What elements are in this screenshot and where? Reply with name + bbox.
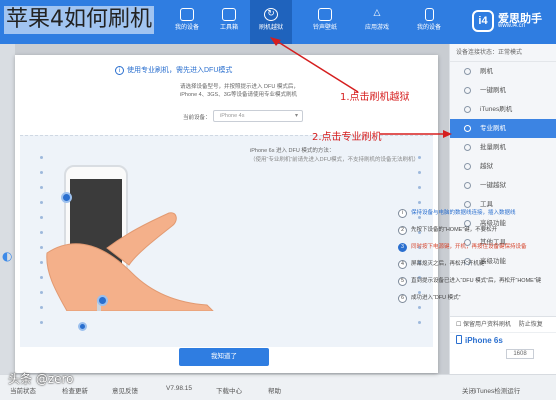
home-button-indicator-icon	[97, 295, 108, 306]
sidebar-status: 设备连接状态：正常模式	[450, 44, 556, 62]
status-feedback[interactable]: 意见反馈	[112, 385, 138, 395]
nav-item-apps[interactable]: △ 应用游戏	[356, 0, 398, 44]
cable-indicator-icon	[78, 322, 87, 331]
device-select[interactable]: iPhone 4s ▾	[213, 110, 303, 122]
jailbreak-icon	[464, 163, 471, 170]
guide-subheading: （使用“专业刷机”前请先进入DFU模式，不支持刷机的设备无法刷机）	[250, 157, 419, 163]
sidebar-item-one-click-jailbreak[interactable]: 一键越狱	[450, 176, 556, 195]
device-code: 1608	[506, 349, 534, 359]
sidebar-item-jailbreak[interactable]: 越狱	[450, 157, 556, 176]
sidebar-item-one-click-flash[interactable]: 一键刷机	[450, 81, 556, 100]
pro-flash-icon	[464, 125, 471, 132]
status-bar: 当前状态 检查更新 意见反馈 V7.98.15 下载中心 帮助 关闭iTunes…	[0, 374, 556, 400]
one-click-icon	[464, 87, 471, 94]
flash-icon	[464, 68, 471, 75]
status-version: V7.98.15	[166, 385, 193, 392]
app-logo: i4 爱思助手 www.i4.cn	[472, 10, 556, 34]
one-click-jailbreak-icon	[464, 182, 471, 189]
device-icon	[180, 8, 194, 21]
modal-description: 请选择设备型号，并按照提示进入 DFU 模式后， iPhone 4、3GS、3G…	[180, 84, 299, 98]
toolbox-icon	[222, 8, 236, 21]
nav-item-my-device[interactable]: 我的设备	[166, 0, 208, 44]
edge-icon: ◐	[2, 249, 13, 263]
status-help[interactable]: 帮助	[268, 385, 281, 395]
annotation-step-2: 2.点击专业刷机	[312, 132, 382, 143]
left-background-strip: ◐	[0, 44, 15, 374]
guide-step-item: 3 同时按下电源键，开机，再按住设备键保持设备	[398, 242, 556, 253]
article-title: 苹果4如何刷机	[4, 6, 154, 34]
info-icon: i	[115, 66, 124, 75]
device-panel: ☐ 保留用户资料刷机 防止恢复 iPhone 6s 1608	[450, 316, 556, 374]
side-button-indicator-icon	[61, 192, 72, 203]
sidebar-item-pro-flash[interactable]: 专业刷机	[450, 119, 556, 138]
sidebar-item-batch-flash[interactable]: 批量刷机	[450, 138, 556, 157]
nav-item-flash-jailbreak[interactable]: ↻ 刷机越狱	[250, 0, 292, 44]
ringtone-icon	[318, 8, 332, 21]
got-it-button[interactable]: 我知道了	[179, 348, 269, 366]
guide-step-item: 2 先按下设备的“HOME”键，不要松开	[398, 225, 556, 236]
hand-illustration	[46, 212, 214, 311]
batch-icon	[464, 144, 471, 151]
logo-url: www.i4.cn	[498, 23, 526, 29]
sidebar-item-itunes-flash[interactable]: iTunes刷机	[450, 100, 556, 119]
status-download[interactable]: 下载中心	[216, 385, 242, 395]
itunes-detect-toggle[interactable]: 关闭iTunes检测运行	[462, 385, 520, 395]
device-select-label: 当前设备：	[183, 115, 211, 121]
phone-icon	[456, 335, 462, 344]
logo-icon: i4	[472, 10, 494, 32]
nav-item-my-devices[interactable]: 我的设备	[408, 0, 450, 44]
tools-icon	[464, 201, 471, 208]
nav-item-toolbox[interactable]: 工具箱	[208, 0, 250, 44]
keep-data-option[interactable]: ☐ 保留用户资料刷机 防止恢复	[450, 317, 556, 333]
annotation-step-1: 1.点击刷机越狱	[340, 92, 410, 103]
guide-step-item: 6 成功进入“DFU 模式”	[398, 293, 556, 304]
guide-step-item: 5 直到提示设备已进入“DFU 模式”后，再松开“HOME”键	[398, 276, 556, 287]
chevron-down-icon: ▾	[294, 112, 298, 119]
nav-item-ringtones[interactable]: 铃声壁纸	[304, 0, 346, 44]
sidebar-item-flash[interactable]: 刷机	[450, 62, 556, 81]
device-name[interactable]: iPhone 6s	[450, 333, 556, 349]
modal-note: i 使用专业刷机，需先进入DFU模式	[115, 65, 232, 75]
flash-jailbreak-icon: ↻	[264, 8, 278, 21]
itunes-icon	[464, 106, 471, 113]
watermark: 头条 @zero	[8, 372, 74, 386]
my-device-icon	[424, 8, 434, 21]
apps-icon: △	[373, 8, 381, 18]
guide-step-item: 4 屏幕熄灭之后，再松开“开机键”	[398, 259, 556, 270]
guide-step-item: i 保持设备与电脑的数据线连接，插入数据线	[398, 208, 556, 219]
guide-heading: iPhone 6s 进入 DFU 模式的方法：	[250, 148, 335, 154]
